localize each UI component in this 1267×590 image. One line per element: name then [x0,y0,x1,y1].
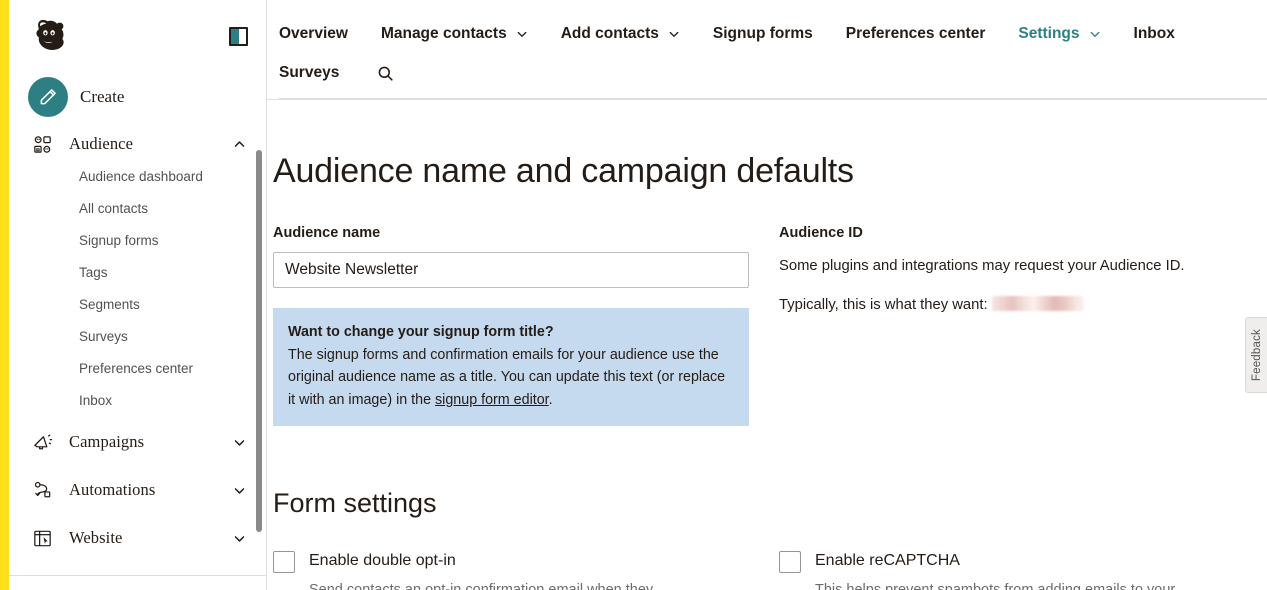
tab-inbox-label: Inbox [1134,25,1175,43]
top-navigation-row-1: Overview Manage contacts Add contacts [279,0,1267,48]
tab-surveys[interactable]: Surveys [279,64,339,82]
recaptcha-text: Enable reCAPTCHA This helps prevent spam… [815,549,1175,590]
option-double-optin[interactable]: Enable double opt-in Send contacts an op… [273,549,779,590]
sidebar-header [9,0,266,72]
chevron-up-icon[interactable] [233,138,246,151]
double-optin-label: Enable double opt-in [309,549,653,572]
signup-form-editor-link[interactable]: signup form editor [435,392,549,408]
tab-manage-contacts[interactable]: Manage contacts [381,25,528,43]
chevron-down-icon[interactable] [233,532,246,545]
website-window-icon [31,527,69,550]
form-settings-column-left: Enable double opt-in Send contacts an op… [273,549,779,590]
audience-id-redacted-value [992,296,1084,311]
sidebar-item-automations-label: Automations [69,480,233,500]
sidebar-item-campaigns-label: Campaigns [69,432,233,452]
top-navigation-row-2: Surveys [279,48,1267,98]
sidebar-item-audience-dashboard[interactable]: Audience dashboard [9,160,266,192]
tab-manage-contacts-label: Manage contacts [381,25,507,43]
tab-settings[interactable]: Settings [1018,25,1100,43]
sidebar-item-audience[interactable]: Audience [9,128,266,160]
automations-path-icon [31,479,69,502]
tab-preferences-center-label: Preferences center [846,25,986,43]
chevron-down-icon[interactable] [233,436,246,449]
audience-name-label: Audience name [273,225,749,241]
audience-id-column: Audience ID Some plugins and integration… [749,225,1267,426]
top-navigation: Overview Manage contacts Add contacts [267,0,1267,100]
sidebar-item-signup-forms[interactable]: Signup forms [9,224,266,256]
option-recaptcha[interactable]: Enable reCAPTCHA This helps prevent spam… [779,549,1267,590]
sidebar-scrollbar-thumb[interactable] [256,150,262,532]
form-settings-column-right: Enable reCAPTCHA This helps prevent spam… [779,549,1267,590]
tab-overview-label: Overview [279,25,348,43]
audience-name-column: Audience name Want to change your signup… [273,225,749,426]
sidebar-item-segments[interactable]: Segments [9,288,266,320]
sidebar-item-website-label: Website [69,528,233,548]
sidebar-create-button[interactable]: Create [9,72,266,122]
signup-form-title-info-box: Want to change your signup form title? T… [273,308,749,426]
panel-toggle-right-half [239,29,247,44]
audience-id-value-prefix: Typically, this is what they want: [779,297,988,313]
info-box-body: The signup forms and confirmation emails… [288,344,732,412]
mailchimp-monkey-logo[interactable] [29,15,71,57]
feedback-tab[interactable]: Feedback [1245,317,1267,393]
double-optin-text: Enable double opt-in Send contacts an op… [309,549,653,590]
chevron-down-icon[interactable] [233,484,246,497]
search-icon[interactable] [372,60,398,86]
sidebar-item-all-contacts[interactable]: All contacts [9,192,266,224]
tab-surveys-label: Surveys [279,64,339,82]
sidebar-item-audience-label: Audience [69,134,233,154]
tab-settings-label: Settings [1018,25,1079,43]
form-settings-options: Enable double opt-in Send contacts an op… [273,549,1267,590]
audience-id-label: Audience ID [779,225,1267,241]
tab-inbox[interactable]: Inbox [1134,25,1175,43]
tab-add-contacts[interactable]: Add contacts [561,25,680,43]
pencil-icon [28,77,68,117]
brand-accent-strip [0,0,9,590]
settings-columns: Audience name Want to change your signup… [273,225,1267,426]
sidebar-item-campaigns[interactable]: Campaigns [9,426,266,458]
audience-id-value-row: Typically, this is what they want: [779,294,1267,316]
chevron-down-icon [1089,28,1101,40]
sidebar-create-label: Create [80,87,124,107]
double-optin-checkbox[interactable] [273,551,295,573]
info-box-title: Want to change your signup form title? [288,321,732,344]
form-settings-title: Form settings [273,488,1267,519]
audience-id-description: Some plugins and integrations may reques… [779,255,1267,277]
feedback-tab-label: Feedback [1251,329,1263,381]
sidebar-item-preferences-center[interactable]: Preferences center [9,352,266,384]
sidebar-item-surveys[interactable]: Surveys [9,320,266,352]
double-optin-description: Send contacts an opt-in confirmation ema… [309,580,653,590]
panel-toggle-left-half [231,29,239,44]
audience-name-input[interactable] [273,252,749,288]
tab-add-contacts-label: Add contacts [561,25,659,43]
tab-preferences-center[interactable]: Preferences center [846,25,986,43]
recaptcha-label: Enable reCAPTCHA [815,549,1175,572]
audience-icon [31,133,69,156]
chevron-down-icon [668,28,680,40]
sidebar: Create Audien [9,0,267,590]
sidebar-divider [9,575,266,576]
settings-content: Audience name and campaign defaults Audi… [267,152,1267,590]
app-root: Create Audien [0,0,1267,590]
sidebar-item-inbox[interactable]: Inbox [9,384,266,416]
top-navigation-divider [279,98,1267,99]
sidebar-item-automations[interactable]: Automations [9,474,266,506]
sidebar-nav: Create Audien [9,72,266,590]
tab-overview[interactable]: Overview [279,25,348,43]
sidebar-item-tags[interactable]: Tags [9,256,266,288]
tab-signup-forms-label: Signup forms [713,25,813,43]
sidebar-item-website[interactable]: Website [9,522,266,554]
info-box-body-suffix: . [549,392,553,408]
tab-signup-forms[interactable]: Signup forms [713,25,813,43]
panel-toggle-icon[interactable] [229,27,248,46]
recaptcha-description: This helps prevent spambots from adding … [815,580,1175,590]
megaphone-icon [31,431,69,454]
recaptcha-checkbox[interactable] [779,551,801,573]
main-content: Overview Manage contacts Add contacts [267,0,1267,590]
page-title: Audience name and campaign defaults [273,152,1267,191]
chevron-down-icon [516,28,528,40]
